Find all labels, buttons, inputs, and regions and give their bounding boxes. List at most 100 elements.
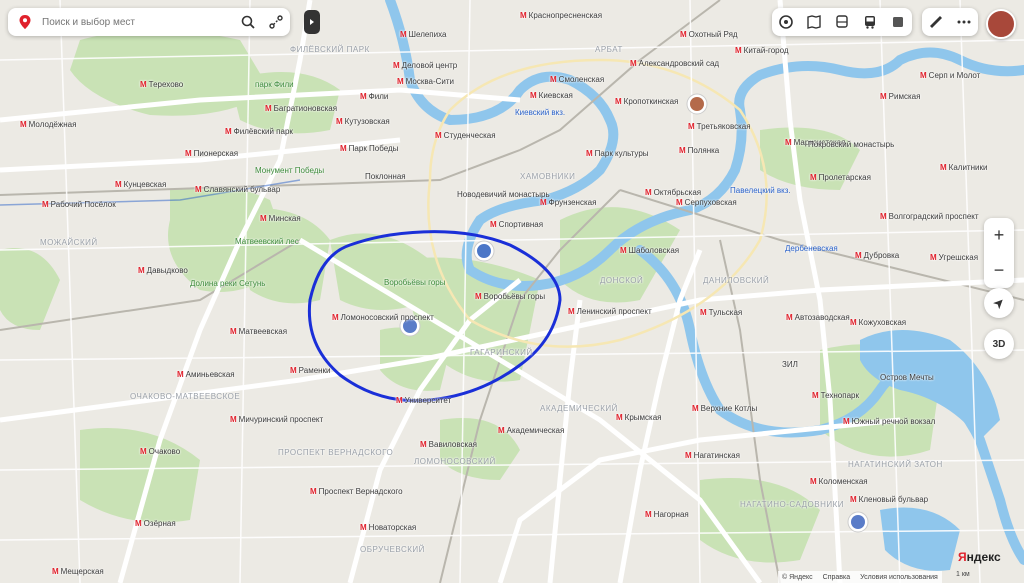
search-bar[interactable] bbox=[8, 8, 290, 36]
metro-label[interactable]: Москва-Сити bbox=[397, 77, 454, 86]
metro-label[interactable]: Мичуринский проспект bbox=[230, 415, 323, 424]
metro-label[interactable]: Римская bbox=[880, 92, 921, 101]
metro-label[interactable]: Ленинский проспект bbox=[568, 307, 652, 316]
metro-label[interactable]: Новаторская bbox=[360, 523, 417, 532]
3d-button[interactable]: 3D bbox=[984, 329, 1014, 359]
metro-label[interactable]: Рабочий Посёлок bbox=[42, 200, 116, 209]
locate-me-button[interactable]: ➤ bbox=[984, 288, 1014, 318]
station-label[interactable]: Киевский вкз. bbox=[515, 108, 565, 117]
place-label[interactable]: Долина реки Сетунь bbox=[190, 279, 265, 288]
metro-label[interactable]: Пионерская bbox=[185, 149, 238, 158]
metro-label[interactable]: Серпуховская bbox=[676, 198, 737, 207]
masstransit-button[interactable] bbox=[884, 8, 912, 36]
metro-label[interactable]: Академическая bbox=[498, 426, 565, 435]
place-label[interactable]: Монумент Победы bbox=[255, 166, 324, 175]
metro-label[interactable]: Александровский сад bbox=[630, 59, 719, 68]
metro-label[interactable]: Тульская bbox=[700, 308, 743, 317]
metro-label[interactable]: Университет bbox=[396, 396, 452, 405]
metro-label[interactable]: Озёрная bbox=[135, 519, 176, 528]
metro-label[interactable]: Кунцевская bbox=[115, 180, 167, 189]
metro-label[interactable]: Октябрьская bbox=[645, 188, 701, 197]
metro-label[interactable]: Багратионовская bbox=[265, 104, 337, 113]
help-link[interactable]: Справка bbox=[823, 574, 850, 581]
place-label[interactable]: Поклонная bbox=[365, 172, 406, 181]
user-avatar[interactable] bbox=[986, 9, 1016, 39]
place-label[interactable]: парк Фили bbox=[255, 80, 294, 89]
metro-label[interactable]: Дубровка bbox=[855, 251, 900, 260]
metro-label[interactable]: Минская bbox=[260, 214, 301, 223]
metro-label[interactable]: Ломоносовский проспект bbox=[332, 313, 434, 322]
ruler-button[interactable] bbox=[922, 8, 950, 36]
collapse-panel-button[interactable] bbox=[304, 10, 320, 34]
metro-label[interactable]: Парк культуры bbox=[586, 149, 649, 158]
metro-label[interactable]: Серп и Молот bbox=[920, 71, 981, 80]
search-button[interactable] bbox=[234, 8, 262, 36]
more-button[interactable] bbox=[950, 8, 978, 36]
transit-button[interactable] bbox=[828, 8, 856, 36]
metro-label[interactable]: Нагатинская bbox=[685, 451, 740, 460]
metro-label[interactable]: Шаболовская bbox=[620, 246, 679, 255]
metro-label[interactable]: Автозаводская bbox=[786, 313, 850, 322]
place-label[interactable]: Воробьёвы горы bbox=[384, 278, 446, 287]
metro-label[interactable]: Воробьёвы горы bbox=[475, 292, 546, 301]
metro-label[interactable]: Кутузовская bbox=[336, 117, 390, 126]
district-label: МОЖАЙСКИЙ bbox=[40, 238, 98, 247]
zoom-out-button[interactable]: − bbox=[984, 253, 1014, 288]
layers-button[interactable] bbox=[772, 8, 800, 36]
metro-label[interactable]: Технопарк bbox=[812, 391, 859, 400]
metro-label[interactable]: Раменки bbox=[290, 366, 331, 375]
metro-label[interactable]: Нагорная bbox=[645, 510, 689, 519]
metro-label[interactable]: Кленовый бульвар bbox=[850, 495, 928, 504]
metro-label[interactable]: Китай-город bbox=[735, 46, 789, 55]
metro-label[interactable]: Волгоградский проспект bbox=[880, 212, 979, 221]
metro-label[interactable]: Матвеевская bbox=[230, 327, 287, 336]
metro-label[interactable]: Угрешская bbox=[930, 253, 978, 262]
metro-label[interactable]: Студенческая bbox=[435, 131, 496, 140]
terms-link[interactable]: Условия использования bbox=[860, 574, 938, 581]
station-label[interactable]: Дербеневская bbox=[785, 244, 838, 253]
metro-label[interactable]: Филёвский парк bbox=[225, 127, 293, 136]
metro-label[interactable]: Мещерская bbox=[52, 567, 104, 576]
metro-label[interactable]: Спортивная bbox=[490, 220, 543, 229]
metro-label[interactable]: Фили bbox=[360, 92, 389, 101]
metro-label[interactable]: Парк Победы bbox=[340, 144, 399, 153]
routes-button[interactable] bbox=[262, 8, 290, 36]
metro-label[interactable]: Проспект Вернадского bbox=[310, 487, 403, 496]
metro-label[interactable]: Терехово bbox=[140, 80, 184, 89]
metro-label[interactable]: Киевская bbox=[530, 91, 573, 100]
metro-label[interactable]: Верхние Котлы bbox=[692, 404, 758, 413]
metro-label[interactable]: Калитники bbox=[940, 163, 988, 172]
district-label: ФИЛЁВСКИЙ ПАРК bbox=[290, 45, 370, 54]
place-label[interactable]: Матвеевский лес bbox=[235, 237, 299, 246]
logo-rest: ндекс bbox=[966, 550, 1001, 564]
place-label[interactable]: Новодевичий монастырь bbox=[457, 190, 550, 199]
place-label[interactable]: Покровский монастырь bbox=[808, 140, 894, 149]
bus-button[interactable] bbox=[856, 8, 884, 36]
metro-label[interactable]: Аминьевская bbox=[177, 370, 235, 379]
metro-label[interactable]: Смоленская bbox=[550, 75, 605, 84]
metro-label[interactable]: Вавиловская bbox=[420, 440, 477, 449]
metro-label[interactable]: Давыдково bbox=[138, 266, 188, 275]
place-label[interactable]: Остров Мечты bbox=[880, 373, 934, 382]
metro-label[interactable]: Южный речной вокзал bbox=[843, 417, 936, 426]
metro-label[interactable]: Краснопресненская bbox=[520, 11, 602, 20]
zoom-in-button[interactable]: + bbox=[984, 218, 1014, 253]
metro-label[interactable]: Полянка bbox=[679, 146, 720, 155]
metro-label[interactable]: Коломенская bbox=[810, 477, 868, 486]
panorama-button[interactable] bbox=[800, 8, 828, 36]
metro-label[interactable]: Шелепиха bbox=[400, 30, 447, 39]
metro-label[interactable]: Кропоткинская bbox=[615, 97, 679, 106]
place-label[interactable]: ЗИЛ bbox=[782, 360, 798, 369]
metro-label[interactable]: Охотный Ряд bbox=[680, 30, 738, 39]
metro-label[interactable]: Крымская bbox=[616, 413, 662, 422]
metro-label[interactable]: Славянский бульвар bbox=[195, 185, 281, 194]
metro-label[interactable]: Фрунзенская bbox=[540, 198, 597, 207]
metro-label[interactable]: Кожуховская bbox=[850, 318, 906, 327]
metro-label[interactable]: Третьяковская bbox=[688, 122, 751, 131]
metro-label[interactable]: Молодёжная bbox=[20, 120, 77, 129]
metro-label[interactable]: Очаково bbox=[140, 447, 181, 456]
metro-label[interactable]: Деловой центр bbox=[393, 61, 458, 70]
station-label[interactable]: Павелецкий вкз. bbox=[730, 186, 791, 195]
metro-label[interactable]: Пролетарская bbox=[810, 173, 871, 182]
search-input[interactable] bbox=[40, 15, 234, 29]
